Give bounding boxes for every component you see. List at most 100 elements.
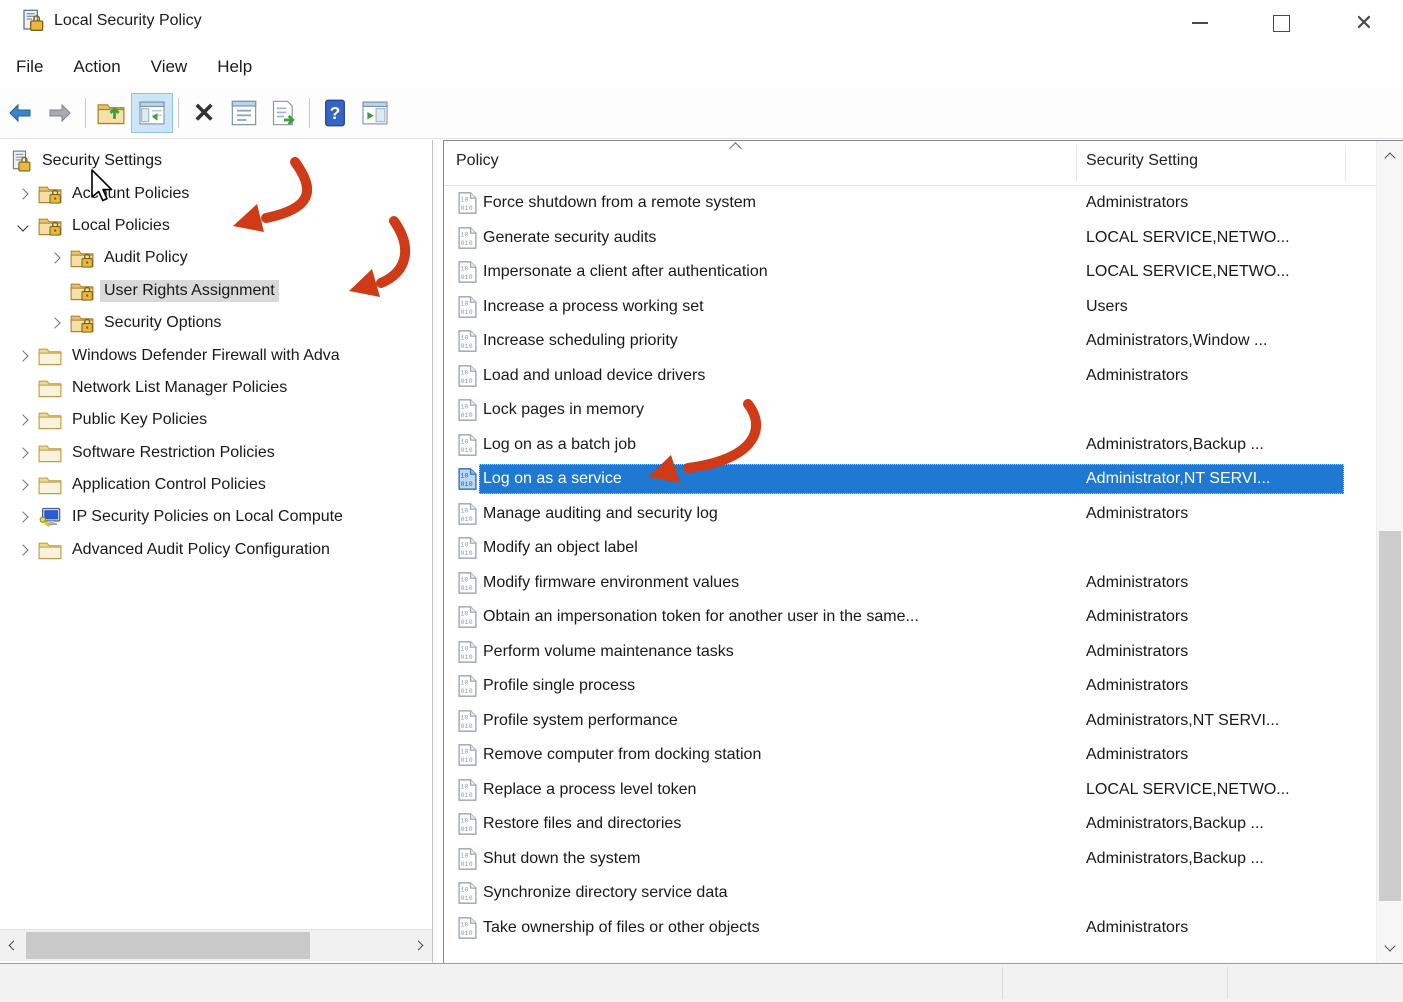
- policy-row-body[interactable]: Synchronize directory service data: [479, 878, 1344, 908]
- policy-row-body[interactable]: Impersonate a client after authenticatio…: [479, 257, 1344, 287]
- policy-row-body[interactable]: Increase scheduling priority Administrat…: [479, 326, 1344, 356]
- tree-item[interactable]: IP Security Policies on Local Compute: [0, 501, 432, 533]
- tree-item[interactable]: Application Control Policies: [0, 469, 432, 501]
- vertical-scrollbar-thumb[interactable]: [1379, 531, 1401, 901]
- tree-item-label[interactable]: IP Security Policies on Local Compute: [68, 506, 347, 528]
- tree-item[interactable]: Account Policies: [0, 177, 432, 209]
- minimize-button[interactable]: [1168, 0, 1232, 46]
- scroll-right-button[interactable]: [408, 930, 432, 961]
- policy-row[interactable]: 10 010 Profile system performance Adminis…: [444, 704, 1377, 739]
- tree-item-label[interactable]: Public Key Policies: [68, 409, 211, 431]
- policy-row[interactable]: 10 010 Modify an object label: [444, 531, 1377, 566]
- tree-item-label[interactable]: Security Options: [100, 312, 225, 334]
- policy-row-body[interactable]: Generate security audits LOCAL SERVICE,N…: [479, 223, 1344, 253]
- tree-item-label[interactable]: Network List Manager Policies: [68, 377, 291, 399]
- policy-row[interactable]: 10 010 Synchronize directory service data: [444, 876, 1377, 911]
- policy-row[interactable]: 10 010 Shut down the system Administrator…: [444, 842, 1377, 877]
- policy-row-body[interactable]: Increase a process working set Users: [479, 292, 1344, 322]
- policy-row-body[interactable]: Take ownership of files or other objects…: [479, 913, 1344, 943]
- policy-row[interactable]: 10 010 Obtain an impersonation token for …: [444, 600, 1377, 635]
- tree-item-label[interactable]: Account Policies: [68, 183, 193, 205]
- back-button[interactable]: [0, 94, 40, 132]
- menu-action[interactable]: Action: [58, 57, 135, 77]
- scroll-left-button[interactable]: [0, 930, 24, 961]
- help-button[interactable]: ?: [315, 94, 355, 132]
- policy-row-body[interactable]: Obtain an impersonation token for anothe…: [479, 602, 1344, 632]
- tree-expander[interactable]: [8, 216, 38, 236]
- tree-item-label[interactable]: Software Restriction Policies: [68, 442, 279, 464]
- tree-expander[interactable]: [40, 248, 70, 268]
- tree-expander[interactable]: [8, 540, 38, 560]
- policy-row-body[interactable]: Modify firmware environment values Admin…: [479, 568, 1344, 598]
- tree-item[interactable]: Security Settings: [0, 145, 432, 177]
- policy-row[interactable]: 10 010 Increase a process working set Use…: [444, 290, 1377, 325]
- up-one-level-button[interactable]: [91, 94, 131, 132]
- menu-view[interactable]: View: [136, 57, 203, 77]
- policy-row-body[interactable]: Lock pages in memory: [479, 395, 1344, 425]
- policy-row-body[interactable]: Log on as a service Administrator,NT SER…: [479, 464, 1344, 495]
- policy-row-body[interactable]: Force shutdown from a remote system Admi…: [479, 188, 1344, 218]
- tree-expander[interactable]: [40, 313, 70, 333]
- tree-item-label[interactable]: Local Policies: [68, 215, 174, 237]
- tree-item-label[interactable]: User Rights Assignment: [100, 279, 279, 302]
- properties-button[interactable]: [224, 94, 264, 132]
- column-header-policy[interactable]: Policy: [456, 152, 499, 170]
- tree-item[interactable]: Audit Policy: [0, 242, 432, 274]
- horizontal-scrollbar-thumb[interactable]: [26, 932, 310, 959]
- tree-item[interactable]: Security Options: [0, 307, 432, 339]
- scroll-up-button[interactable]: [1377, 143, 1403, 169]
- policy-row[interactable]: 10 010 Log on as a batch job Administrato…: [444, 428, 1377, 463]
- policy-row[interactable]: 10 010 Take ownership of files or other o…: [444, 911, 1377, 946]
- tree-expander[interactable]: [8, 346, 38, 366]
- tree-item-label[interactable]: Application Control Policies: [68, 474, 270, 496]
- tree-item[interactable]: Public Key Policies: [0, 404, 432, 436]
- policy-row[interactable]: 10 010 Profile single process Administrat…: [444, 669, 1377, 704]
- tree-item-label[interactable]: Windows Defender Firewall with Adva: [68, 345, 344, 367]
- horizontal-scrollbar[interactable]: [0, 929, 432, 961]
- policy-row[interactable]: 10 010 Modify firmware environment values…: [444, 566, 1377, 601]
- show-console-tree-button[interactable]: [131, 93, 173, 133]
- policy-row[interactable]: 10 010 Replace a process level token LOCA…: [444, 773, 1377, 808]
- tree-expander[interactable]: [8, 475, 38, 495]
- policy-row-body[interactable]: Load and unload device drivers Administr…: [479, 361, 1344, 391]
- tree-expander[interactable]: [8, 443, 38, 463]
- tree-expander[interactable]: [8, 507, 38, 527]
- tree-expander[interactable]: [8, 410, 38, 430]
- column-divider[interactable]: [1345, 145, 1346, 181]
- tree-item[interactable]: Local Policies: [0, 210, 432, 242]
- policy-row[interactable]: 10 010 Load and unload device drivers Adm…: [444, 359, 1377, 394]
- tree-item-label[interactable]: Advanced Audit Policy Configuration: [68, 539, 334, 561]
- vertical-scrollbar[interactable]: [1376, 141, 1403, 963]
- tree-item[interactable]: Network List Manager Policies: [0, 372, 432, 404]
- delete-button[interactable]: ✕: [184, 94, 224, 132]
- column-divider[interactable]: [1076, 145, 1077, 181]
- close-button[interactable]: ✕: [1332, 0, 1396, 46]
- new-window-button[interactable]: [355, 94, 395, 132]
- tree-expander[interactable]: [40, 281, 70, 301]
- policy-row[interactable]: 10 010 Restore files and directories Admi…: [444, 807, 1377, 842]
- policy-row[interactable]: 10 010 Manage auditing and security log A…: [444, 497, 1377, 532]
- policy-row-body[interactable]: Replace a process level token LOCAL SERV…: [479, 775, 1344, 805]
- policy-row-body[interactable]: Shut down the system Administrators,Back…: [479, 844, 1344, 874]
- tree-expander[interactable]: [8, 378, 38, 398]
- tree-expander[interactable]: [8, 184, 38, 204]
- menu-help[interactable]: Help: [202, 57, 267, 77]
- policy-row[interactable]: 10 010 Remove computer from docking stati…: [444, 738, 1377, 773]
- tree-item[interactable]: Software Restriction Policies: [0, 437, 432, 469]
- policy-row[interactable]: 10 010 Force shutdown from a remote syste…: [444, 186, 1377, 221]
- policy-row[interactable]: 10 010 Generate security audits LOCAL SER…: [444, 221, 1377, 256]
- menu-file[interactable]: File: [0, 57, 58, 77]
- policy-row[interactable]: 10 010 Lock pages in memory: [444, 393, 1377, 428]
- policy-row-body[interactable]: Manage auditing and security log Adminis…: [479, 499, 1344, 529]
- policy-row-body[interactable]: Perform volume maintenance tasks Adminis…: [479, 637, 1344, 667]
- tree-item[interactable]: Windows Defender Firewall with Adva: [0, 339, 432, 371]
- policy-row[interactable]: 10 010 Impersonate a client after authent…: [444, 255, 1377, 290]
- export-list-button[interactable]: [264, 94, 304, 132]
- tree-item-label[interactable]: Audit Policy: [100, 247, 192, 269]
- policy-row-body[interactable]: Restore files and directories Administra…: [479, 809, 1344, 839]
- policy-row-body[interactable]: Profile system performance Administrator…: [479, 706, 1344, 736]
- policy-row[interactable]: 10 010 Perform volume maintenance tasks A…: [444, 635, 1377, 670]
- policy-row-body[interactable]: Profile single process Administrators: [479, 671, 1344, 701]
- maximize-button[interactable]: [1249, 0, 1313, 46]
- policy-row-body[interactable]: Remove computer from docking station Adm…: [479, 740, 1344, 770]
